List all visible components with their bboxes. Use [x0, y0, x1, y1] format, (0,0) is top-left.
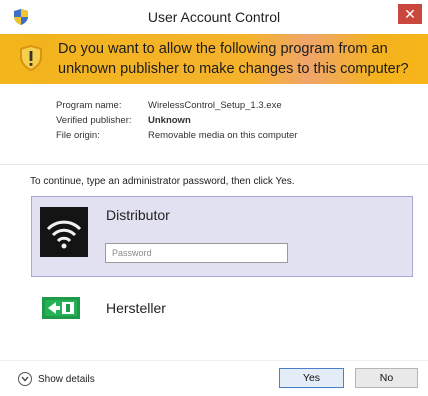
exit-sign-icon — [42, 297, 80, 319]
program-info: Program name: WirelessControl_Setup_1.3.… — [56, 98, 297, 143]
account-name-distributor: Distributor — [106, 207, 170, 223]
file-origin-value: Removable media on this computer — [148, 130, 298, 141]
file-origin-label: File origin: — [56, 130, 100, 141]
window-title: User Account Control — [147, 9, 281, 25]
account-hersteller[interactable] — [31, 286, 413, 332]
chevron-down-icon — [18, 372, 32, 386]
show-details-label: Show details — [38, 373, 95, 385]
publisher-row: Verified publisher: Unknown — [56, 113, 297, 128]
publisher-value: Unknown — [148, 115, 191, 126]
program-name-row: Program name: WirelessControl_Setup_1.3.… — [56, 98, 297, 113]
divider — [0, 164, 428, 165]
account-distributor[interactable] — [31, 196, 413, 277]
instruction-text: To continue, type an administrator passw… — [30, 176, 295, 187]
warning-shield-icon — [20, 45, 42, 71]
close-button[interactable]: ✕ — [398, 4, 422, 24]
footer-divider — [0, 360, 428, 361]
yes-button[interactable]: Yes — [279, 368, 344, 388]
no-button[interactable]: No — [355, 368, 418, 388]
program-name-value: WirelessControl_Setup_1.3.exe — [148, 100, 282, 111]
warning-banner: Do you want to allow the following progr… — [0, 34, 428, 84]
show-details-link[interactable]: Show details — [18, 372, 95, 386]
file-origin-row: File origin: Removable media on this com… — [56, 128, 297, 143]
account-name-hersteller: Hersteller — [106, 300, 166, 316]
publisher-label: Verified publisher: — [56, 115, 132, 126]
password-field[interactable] — [105, 243, 288, 263]
program-name-label: Program name: — [56, 100, 122, 111]
consent-question: Do you want to allow the following progr… — [58, 41, 409, 77]
wifi-icon — [40, 207, 88, 257]
title-bar: User Account Control ✕ — [0, 0, 428, 34]
